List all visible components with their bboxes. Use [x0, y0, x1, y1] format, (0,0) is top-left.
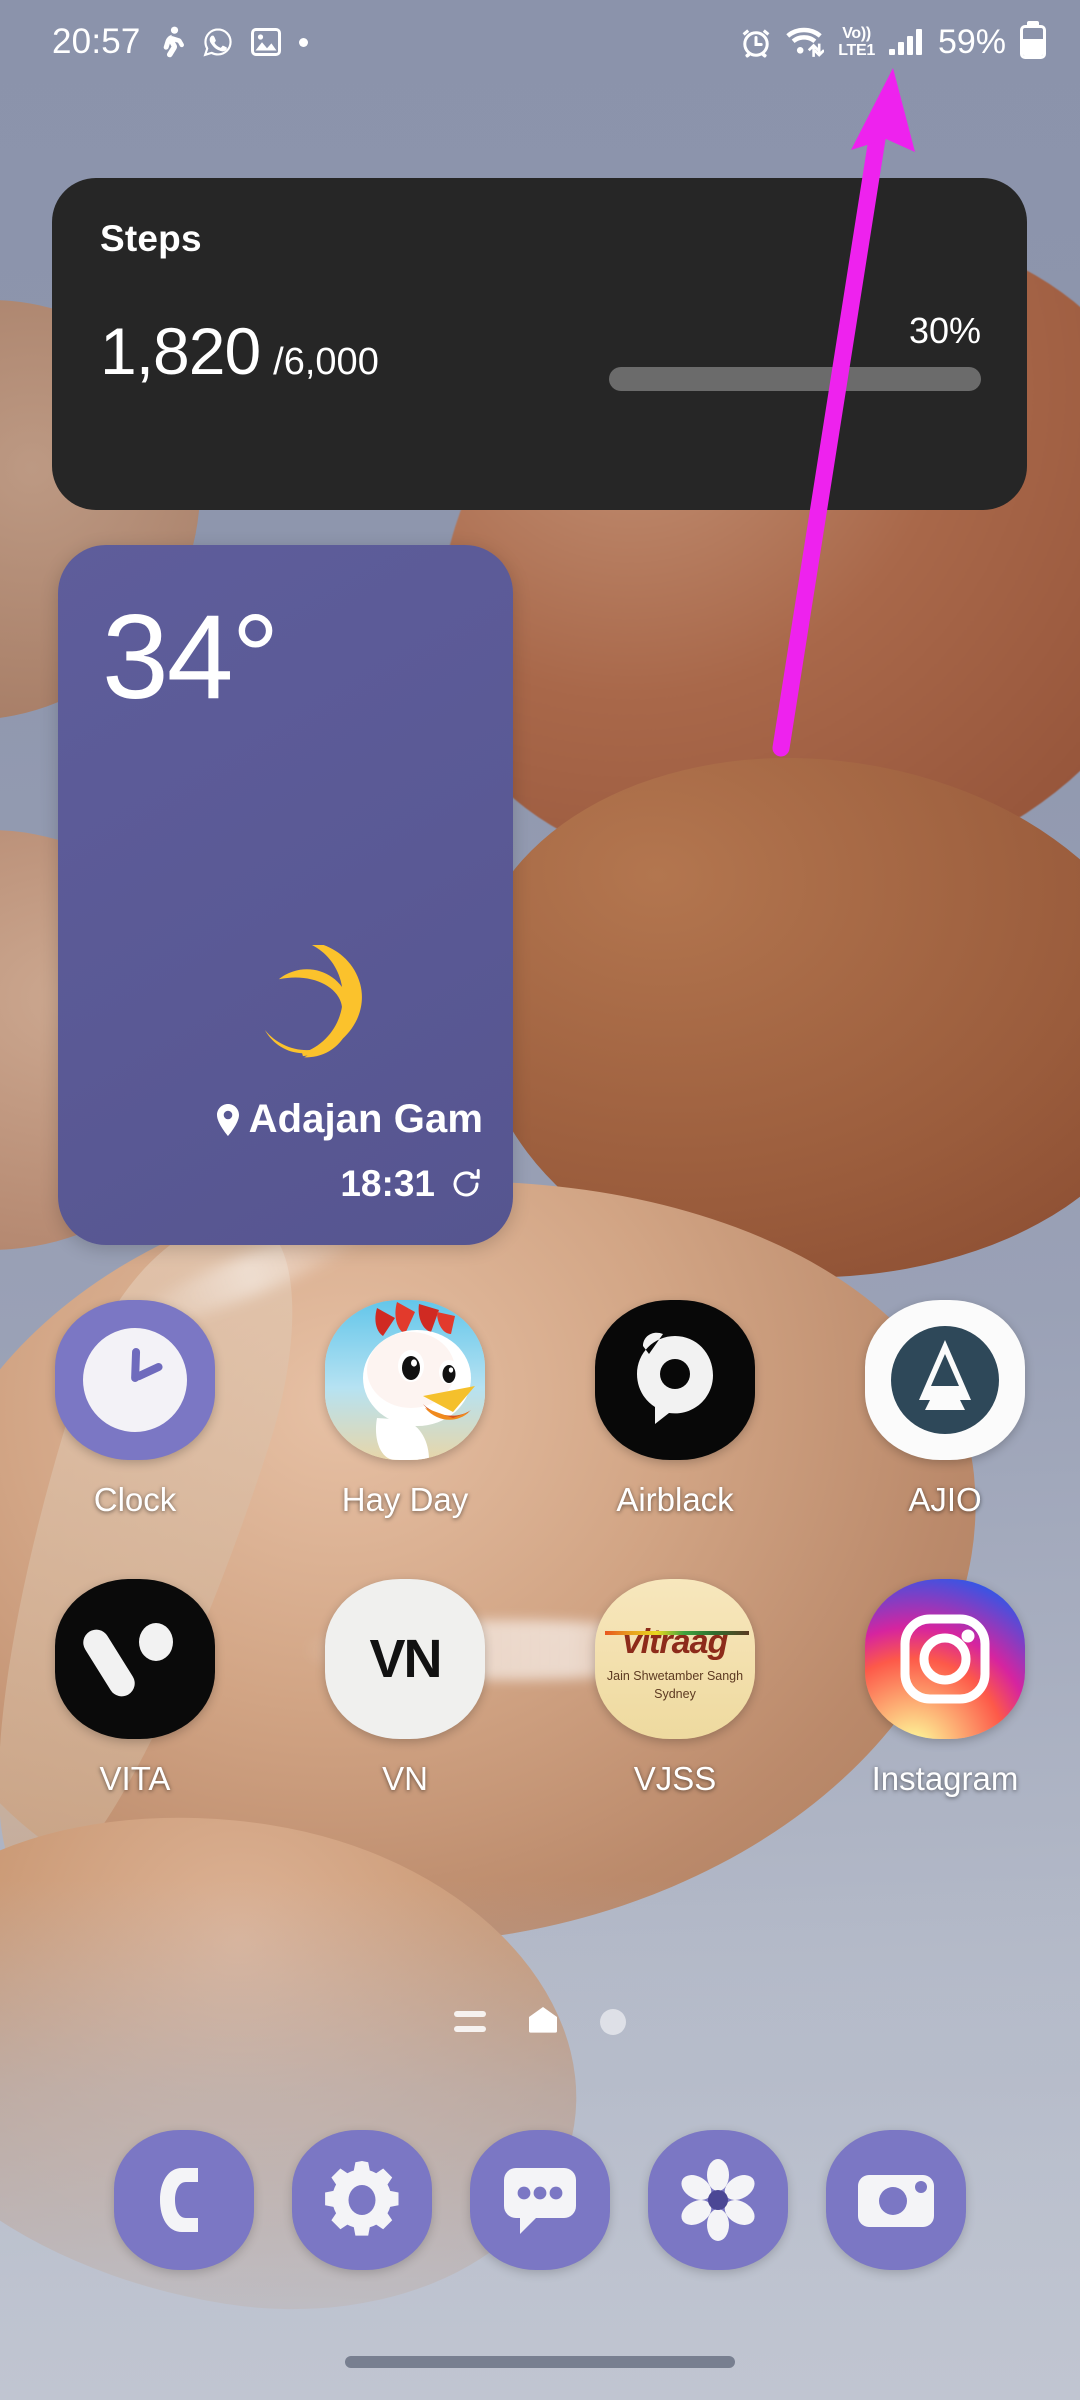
phone-home-screen: 20:57 Vo)) LTE1 59% Steps 1,820 /6,000 3… — [0, 0, 1080, 2400]
weather-location-row: Adajan Gam — [215, 1097, 483, 1142]
app-row: VITA VN VN vitraag Jain Shwetamber Sangh… — [0, 1579, 1080, 1798]
weather-location-label: Adajan Gam — [248, 1097, 483, 1141]
flower-gallery-icon[interactable] — [648, 2130, 788, 2270]
app-vita[interactable]: VITA — [0, 1579, 270, 1798]
app-vjss[interactable]: vitraag Jain Shwetamber Sangh Sydney VJS… — [540, 1579, 810, 1798]
gear-icon[interactable] — [292, 2130, 432, 2270]
hay-day-app-icon[interactable] — [325, 1300, 485, 1460]
instagram-app-icon[interactable] — [865, 1579, 1025, 1739]
app-label: Clock — [93, 1481, 177, 1518]
steps-widget[interactable]: Steps 1,820 /6,000 30% — [52, 178, 1027, 510]
camera-icon[interactable] — [826, 2130, 966, 2270]
app-label: AJIO — [908, 1481, 982, 1518]
weather-widget[interactable]: 34° Adajan Gam 18:31 — [58, 545, 513, 1245]
weather-updated-time: 18:31 — [340, 1163, 435, 1204]
app-airblack[interactable]: Airblack — [540, 1300, 810, 1519]
whatsapp-icon — [203, 27, 233, 57]
steps-goal-value: /6,000 — [273, 340, 379, 383]
steps-progress-group: 30% — [601, 310, 981, 391]
running-person-icon — [159, 26, 185, 58]
volte-label: Vo)) — [842, 24, 871, 42]
gallery-image-icon — [250, 28, 281, 56]
weather-updated-row[interactable]: 18:31 — [340, 1163, 483, 1205]
vn-icon-text: VN — [369, 1629, 442, 1689]
vjss-city-line: Sydney — [654, 1687, 696, 1701]
app-row: Clock Hay Day Airblack AJIO — [0, 1300, 1080, 1519]
message-bubble-icon[interactable] — [470, 2130, 610, 2270]
vjss-color-rule — [605, 1631, 749, 1635]
vjss-app-icon[interactable]: vitraag Jain Shwetamber Sangh Sydney — [595, 1579, 755, 1739]
app-label: VN — [382, 1760, 428, 1797]
clock-face — [83, 1328, 187, 1432]
lte1-label: LTE1 — [838, 41, 875, 59]
app-vn[interactable]: VN VN — [270, 1579, 540, 1798]
signal-bars-icon — [888, 29, 922, 55]
vjss-title-line: vitraag — [622, 1623, 728, 1661]
battery-icon — [1020, 25, 1046, 59]
app-label: Instagram — [871, 1760, 1019, 1797]
clock-app-icon[interactable] — [55, 1300, 215, 1460]
steps-percent-label: 30% — [908, 310, 981, 351]
crescent-moon-icon — [250, 941, 370, 1065]
page-dot-indicator[interactable] — [600, 2008, 626, 2035]
volte-lte1-indicator: Vo)) LTE1 — [838, 24, 875, 59]
app-instagram[interactable]: Instagram — [810, 1579, 1080, 1798]
dock — [0, 2130, 1080, 2270]
steps-progress-track — [609, 367, 981, 391]
phone-icon[interactable] — [114, 2130, 254, 2270]
steps-widget-body: 1,820 /6,000 30% — [100, 310, 981, 391]
app-grid: Clock Hay Day Airblack AJIO VITA VN VN v… — [0, 1300, 1080, 1798]
home-gesture-pill[interactable] — [345, 2356, 735, 2368]
status-bar-right: Vo)) LTE1 59% — [740, 23, 1046, 62]
steps-count-value: 1,820 — [100, 313, 261, 388]
app-ajio[interactable]: AJIO — [810, 1300, 1080, 1519]
app-hay-day[interactable]: Hay Day — [270, 1300, 540, 1519]
location-pin-icon — [215, 1103, 241, 1137]
menu-lines-indicator[interactable] — [454, 2011, 486, 2032]
steps-count-group: 1,820 /6,000 — [100, 313, 379, 389]
alarm-icon — [740, 26, 772, 58]
vita-app-icon[interactable] — [55, 1579, 215, 1739]
status-bar-clock: 20:57 — [52, 22, 141, 61]
home-page-indicator[interactable] — [528, 2005, 558, 2038]
app-label: Hay Day — [341, 1481, 469, 1518]
ajio-app-icon[interactable] — [865, 1300, 1025, 1460]
app-label: Airblack — [616, 1481, 734, 1518]
status-bar[interactable]: 20:57 Vo)) LTE1 59% — [0, 0, 1080, 84]
vn-app-icon[interactable]: VN — [325, 1579, 485, 1739]
vjss-subtitle-line: Jain Shwetamber Sangh — [606, 1669, 744, 1683]
wifi-icon — [786, 26, 825, 58]
app-label: VITA — [99, 1760, 171, 1797]
steps-widget-title: Steps — [100, 218, 202, 259]
battery-percent-label: 59% — [937, 22, 1006, 61]
more-notifications-dot — [298, 37, 308, 47]
app-clock[interactable]: Clock — [0, 1300, 270, 1519]
status-bar-left: 20:57 — [52, 22, 308, 62]
app-label: VJSS — [633, 1760, 717, 1797]
refresh-icon[interactable] — [449, 1167, 483, 1201]
weather-temperature: 34° — [102, 590, 279, 724]
page-indicator — [0, 2005, 1080, 2038]
airblack-app-icon[interactable] — [595, 1300, 755, 1460]
